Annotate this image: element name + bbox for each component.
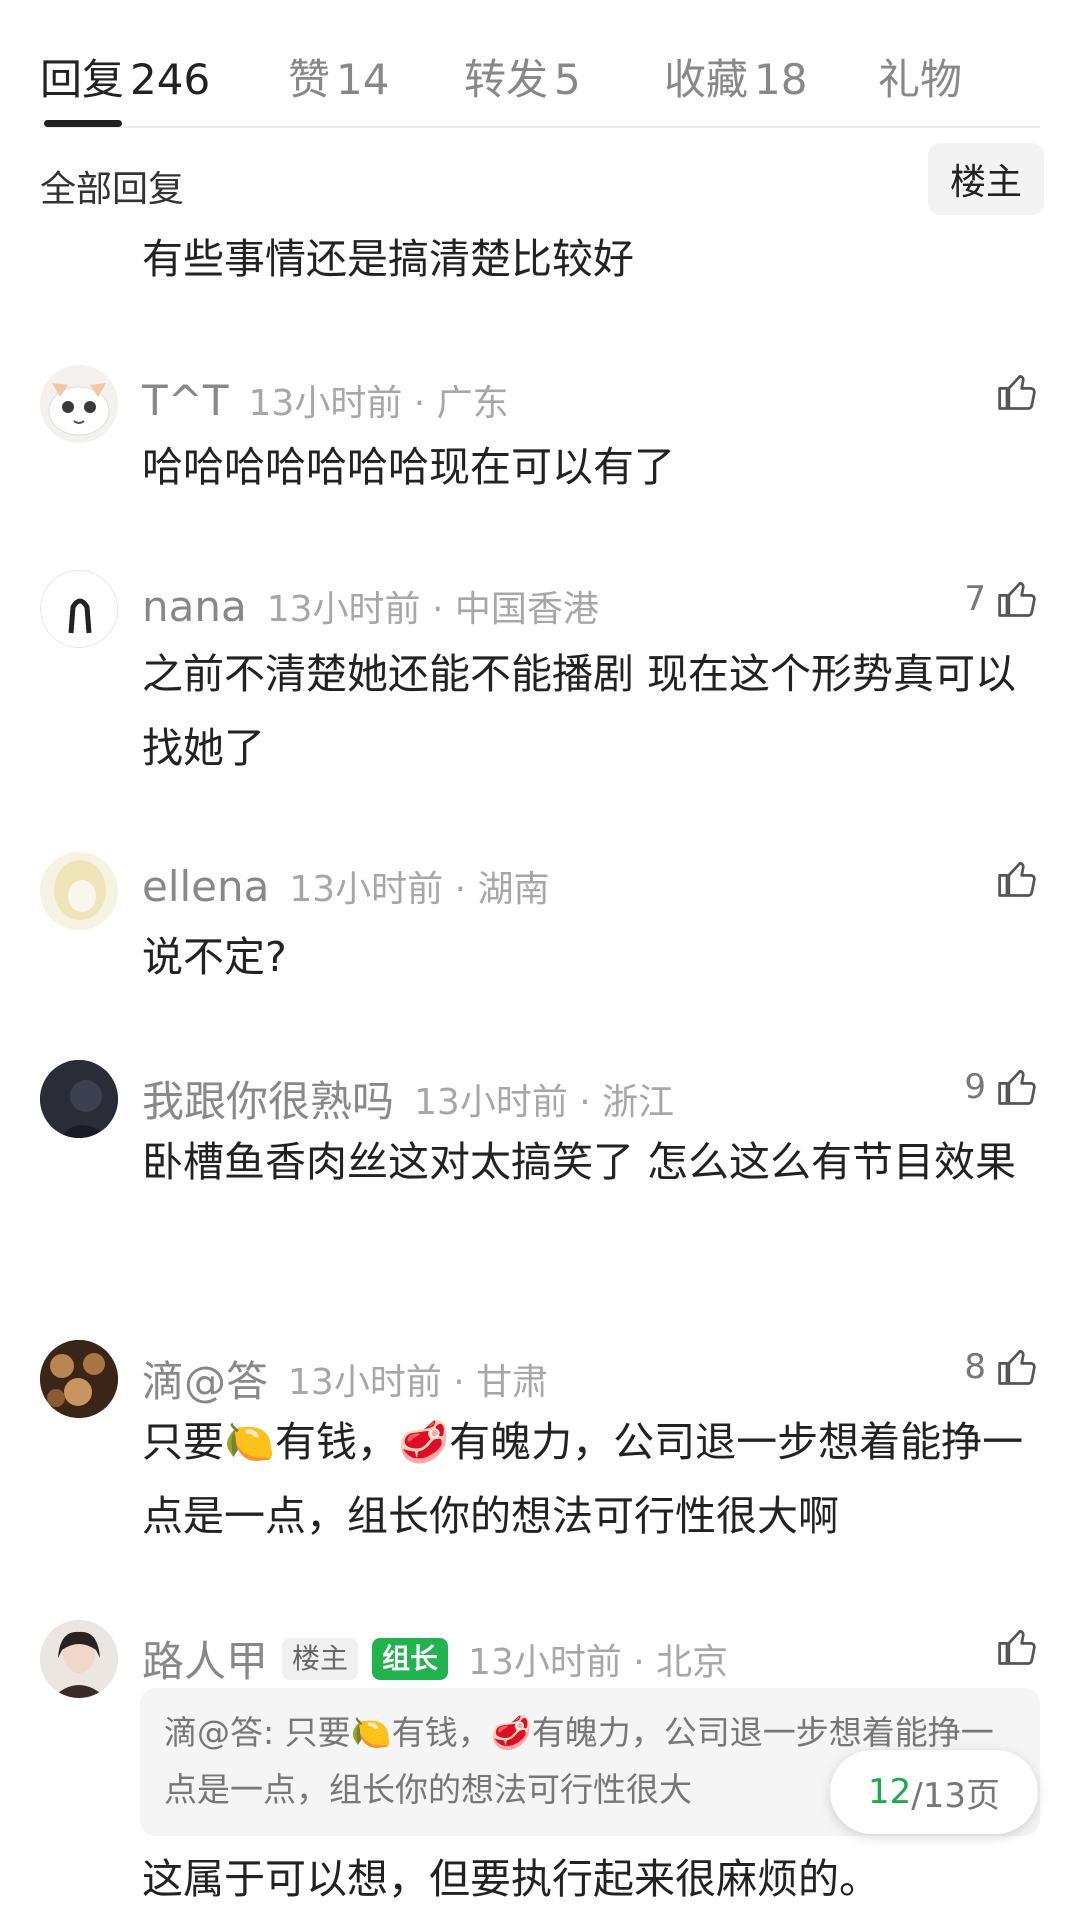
comment-text: 说不定? bbox=[142, 933, 287, 981]
dark-portrait-avatar-icon bbox=[40, 1060, 118, 1138]
thumbs-up-icon bbox=[998, 1630, 1036, 1665]
group-leader-badge: 组长 bbox=[372, 1637, 449, 1680]
tab-replies[interactable]: 回复 246 bbox=[40, 46, 210, 107]
tab-likes[interactable]: 赞 14 bbox=[288, 46, 389, 107]
tab-gifts-label: 礼物 bbox=[878, 55, 963, 104]
portrait-avatar-icon bbox=[40, 1620, 118, 1698]
total-pages: /13页 bbox=[911, 1775, 1000, 1816]
comment-meta: 路人甲 楼主 组长 13小时前 · 北京 bbox=[142, 1628, 728, 1689]
avatar[interactable] bbox=[40, 1340, 118, 1418]
like-button[interactable]: 8 bbox=[964, 1345, 1040, 1389]
comment-time-location: 13小时前 · 浙江 bbox=[414, 1081, 675, 1123]
comment-time-location: 13小时前 · 中国香港 bbox=[266, 589, 599, 630]
comment-meta: 我跟你很熟吗 13小时前 · 浙江 bbox=[142, 1068, 674, 1129]
comment-meta: T^T 13小时前 · 广东 bbox=[142, 374, 509, 426]
comment-text: 只要🍋有钱，🥩有魄力，公司退一步想着能挣一点是一点，组长你的想法可行性很大啊 bbox=[142, 1418, 1024, 1540]
abstract-avatar-icon bbox=[68, 598, 92, 634]
comment-text: 卧槽鱼香肉丝这对太搞笑了 怎么这么有节目效果 bbox=[142, 1138, 1017, 1186]
like-count: 8 bbox=[964, 1347, 986, 1387]
like-button[interactable]: 7 bbox=[964, 577, 1040, 621]
comment-meta: nana 13小时前 · 中国香港 bbox=[142, 580, 599, 632]
username[interactable]: T^T bbox=[142, 376, 229, 425]
like-count: 9 bbox=[964, 1067, 986, 1107]
tab-replies-count: 246 bbox=[130, 55, 211, 104]
avatar[interactable] bbox=[40, 852, 118, 930]
op-only-filter-button[interactable]: 楼主 bbox=[928, 143, 1044, 215]
like-button[interactable] bbox=[996, 370, 1040, 414]
username[interactable]: 滴@答 bbox=[142, 1348, 268, 1409]
comment-meta: ellena 13小时前 · 湖南 bbox=[142, 860, 550, 912]
anime-avatar-icon bbox=[40, 852, 118, 930]
comment-time-location: 13小时前 · 湖南 bbox=[289, 869, 550, 910]
tab-reposts-label: 转发 bbox=[464, 55, 549, 104]
tab-favorites-count: 18 bbox=[754, 55, 808, 104]
thumbs-up-icon bbox=[998, 375, 1036, 410]
avatar[interactable] bbox=[40, 1060, 118, 1138]
tab-likes-count: 14 bbox=[336, 55, 390, 104]
thumbs-up-icon bbox=[998, 582, 1036, 617]
avatar[interactable] bbox=[40, 1620, 118, 1698]
comment-text: 这属于可以想，但要执行起来很麻烦的。 bbox=[142, 1855, 880, 1903]
page-indicator[interactable]: 12/13页 bbox=[830, 1750, 1038, 1834]
comment-text: 哈哈哈哈哈哈哈现在可以有了 bbox=[142, 443, 675, 491]
username[interactable]: nana bbox=[142, 582, 247, 631]
op-badge: 楼主 bbox=[282, 1637, 359, 1680]
comment-time-location: 13小时前 · 广东 bbox=[248, 383, 509, 424]
comment-text: 之前不清楚她还能不能播剧 现在这个形势真可以找她了 bbox=[142, 650, 1017, 772]
animals-avatar-icon bbox=[40, 1340, 118, 1418]
thumbs-up-icon bbox=[998, 1070, 1036, 1105]
like-button[interactable] bbox=[996, 1625, 1040, 1669]
cat-avatar-icon bbox=[40, 365, 118, 443]
like-button[interactable]: 9 bbox=[964, 1065, 1040, 1109]
tab-bar: 回复 246 赞 14 转发 5 收藏 18 礼物 bbox=[40, 0, 1040, 128]
tab-likes-label: 赞 bbox=[288, 55, 331, 104]
avatar[interactable] bbox=[40, 570, 118, 648]
tab-reposts-count: 5 bbox=[554, 55, 581, 104]
username[interactable]: ellena bbox=[142, 862, 269, 911]
comment-time-location: 13小时前 · 北京 bbox=[468, 1641, 729, 1683]
username[interactable]: 路人甲 bbox=[142, 1628, 268, 1689]
active-tab-indicator bbox=[44, 120, 122, 127]
tab-favorites[interactable]: 收藏 18 bbox=[664, 46, 807, 107]
current-page: 12 bbox=[868, 1772, 912, 1812]
tab-favorites-label: 收藏 bbox=[664, 55, 749, 104]
thumbs-up-icon bbox=[998, 862, 1036, 897]
comment-text: 有些事情还是搞清楚比较好 bbox=[142, 235, 634, 283]
like-count: 7 bbox=[964, 579, 986, 619]
like-button[interactable] bbox=[996, 857, 1040, 901]
tab-reposts[interactable]: 转发 5 bbox=[464, 46, 581, 107]
username[interactable]: 我跟你很熟吗 bbox=[142, 1068, 394, 1129]
comment-time-location: 13小时前 · 甘肃 bbox=[288, 1361, 549, 1403]
comment-meta: 滴@答 13小时前 · 甘肃 bbox=[142, 1348, 548, 1409]
tab-replies-label: 回复 bbox=[40, 55, 125, 104]
section-title: 全部回复 bbox=[40, 169, 185, 210]
thumbs-up-icon bbox=[998, 1350, 1036, 1385]
tab-gifts[interactable]: 礼物 bbox=[878, 46, 962, 107]
avatar[interactable] bbox=[40, 365, 118, 443]
